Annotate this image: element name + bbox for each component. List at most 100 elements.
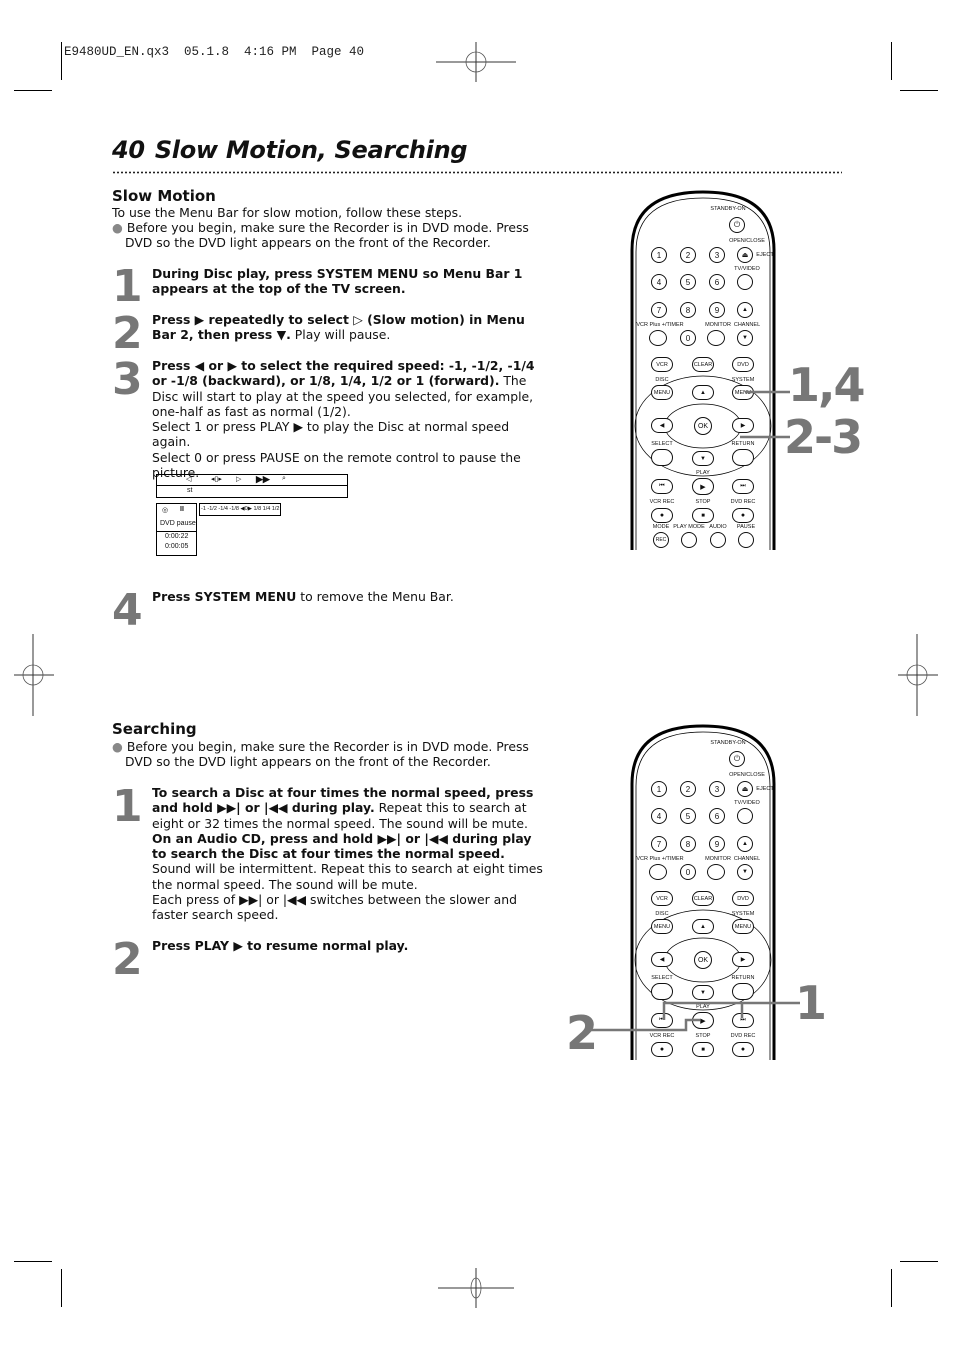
select-button xyxy=(651,983,673,1000)
digit-button: 5 xyxy=(680,808,696,824)
bullet-text: Before you begin, make sure the Recorder… xyxy=(125,220,529,251)
skip-back-icon: ⏮ xyxy=(651,479,673,494)
step-number: 1 xyxy=(112,261,143,312)
step-2-text: Press ▶ repeatedly to select ▷ (Slow mot… xyxy=(152,312,547,343)
page-number: 40 xyxy=(112,136,145,164)
vcr-plus-button xyxy=(649,330,667,346)
return-button xyxy=(732,983,754,1000)
eject-icon: ⏏ xyxy=(737,781,753,797)
step-normal: Play will pause. xyxy=(290,327,391,343)
callout-steps-1-4: 1,4 xyxy=(788,358,865,412)
digit-button: 2 xyxy=(680,781,696,797)
label-play-mode: PLAY MODE xyxy=(673,524,705,530)
fast-forward-icon: ▶▶ xyxy=(256,474,270,484)
label-eject: EJECT xyxy=(756,252,774,258)
label-disc: DISC xyxy=(655,377,669,383)
rec-mode-button: REC xyxy=(653,532,669,548)
label-return: RETURN xyxy=(731,441,755,447)
crop-mark xyxy=(900,90,938,91)
step-normal: to remove the Menu Bar. xyxy=(296,589,454,604)
step-number: 4 xyxy=(112,585,143,636)
return-button xyxy=(732,449,754,466)
select-button xyxy=(651,449,673,466)
label-system: SYSTEM xyxy=(731,911,755,917)
registration-mark-bottom xyxy=(438,1268,514,1308)
step-bold: Press ◀ or ▶ to select the required spee… xyxy=(152,358,535,389)
searching-bullet: ● Before you begin, make sure the Recorde… xyxy=(112,739,542,770)
up-arrow-icon: ▲ xyxy=(692,919,714,934)
step-bold: Press SYSTEM MENU xyxy=(152,589,297,604)
digit-button: 1 xyxy=(651,781,667,797)
channel-down-icon: ▼ xyxy=(737,330,753,346)
remote-control-illustration: STANDBY-ON ⏻ OPEN/CLOSE ⏏ EJECT 1 2 3 TV… xyxy=(628,190,778,550)
crop-mark xyxy=(900,1261,938,1262)
digit-button: 6 xyxy=(709,808,725,824)
step-bold: Press PLAY ▶ to resume normal play. xyxy=(152,938,409,953)
step-number: 2 xyxy=(112,308,143,359)
tv-video-button xyxy=(737,274,753,290)
frame-icon: ◂▯▸ xyxy=(211,476,222,483)
time-chapter: 0:00:05 xyxy=(165,543,189,550)
section-heading-slow-motion: Slow Motion xyxy=(112,187,216,205)
play-icon: ▶ xyxy=(692,478,714,495)
print-slug: E9480UD_EN.qx3 05.1.8 4:16 PM Page 40 xyxy=(64,45,365,59)
step-bold: On an Audio CD, press and hold ▶▶| or |◀… xyxy=(152,830,532,862)
label-pause: PAUSE xyxy=(736,524,756,530)
bullet-text: Before you begin, make sure the Recorder… xyxy=(125,739,529,770)
slow-motion-intro: To use the Menu Bar for slow motion, fol… xyxy=(112,205,463,220)
label-play: PLAY xyxy=(696,470,710,476)
callout-step-1: 1 xyxy=(795,976,827,1030)
search-step-2-text: Press PLAY ▶ to resume normal play. xyxy=(152,938,547,953)
digit-button: 9 xyxy=(709,302,725,318)
label-stop: STOP xyxy=(695,499,711,505)
search-step-1-text: To search a Disc at four times the norma… xyxy=(152,785,547,923)
digit-button: 0 xyxy=(680,330,696,346)
record-icon: ● xyxy=(732,508,754,523)
page-title-text: Slow Motion, Searching xyxy=(154,136,468,164)
page-title: 40 Slow Motion, Searching xyxy=(112,136,468,164)
right-arrow-icon: ▶ xyxy=(732,952,754,967)
digit-button: 8 xyxy=(680,302,696,318)
crop-mark xyxy=(61,42,62,80)
label-channel: CHANNEL xyxy=(733,322,761,328)
digit-button: 2 xyxy=(680,247,696,263)
disc-icon: ◎ xyxy=(162,507,169,514)
digit-button: 7 xyxy=(651,836,667,852)
step-3-text: Press ◀ or ▶ to select the required spee… xyxy=(152,358,547,480)
play-mode-button xyxy=(681,532,697,548)
vcr-button: VCR xyxy=(651,891,673,906)
digit-button: 9 xyxy=(709,836,725,852)
label-open-close: OPEN/CLOSE xyxy=(729,772,765,778)
disc-menu-button: MENU xyxy=(651,919,673,934)
step-number: 3 xyxy=(112,354,143,405)
label-channel: CHANNEL xyxy=(733,856,761,862)
label-return: RETURN xyxy=(731,975,755,981)
tv-video-button xyxy=(737,808,753,824)
audio-icon: ◁ xyxy=(186,476,192,483)
record-icon: ● xyxy=(651,508,673,523)
monitor-button xyxy=(707,330,725,346)
stop-icon: ■ xyxy=(692,508,714,523)
label-open-close: OPEN/CLOSE xyxy=(729,238,765,244)
crop-mark xyxy=(14,1261,52,1262)
step-extra: Select 1 or press PLAY ▶ to play the Dis… xyxy=(152,419,510,450)
digit-button: 7 xyxy=(651,302,667,318)
digit-button: 4 xyxy=(651,808,667,824)
dotted-divider xyxy=(112,171,842,174)
bullet-icon: ● xyxy=(112,739,123,754)
label-standby: STANDBY-ON xyxy=(710,206,746,212)
registration-mark-left xyxy=(14,634,54,716)
digit-button: 1 xyxy=(651,247,667,263)
crop-mark xyxy=(891,42,892,80)
left-arrow-icon: ◀ xyxy=(651,418,673,433)
step-number: 2 xyxy=(112,934,143,985)
step-normal: Sound will be intermittent. Repeat this … xyxy=(152,861,543,892)
zoom-icon: ⌕ xyxy=(282,475,286,482)
slow-motion-bullet: ● Before you begin, make sure the Recorde… xyxy=(112,220,542,251)
section-heading-searching: Searching xyxy=(112,720,197,738)
left-arrow-icon: ◀ xyxy=(651,952,673,967)
clear-button: CLEAR xyxy=(692,891,714,906)
down-arrow-icon: ▼ xyxy=(692,451,714,466)
ok-button: OK xyxy=(694,417,712,435)
pause-icon: II xyxy=(180,506,184,513)
